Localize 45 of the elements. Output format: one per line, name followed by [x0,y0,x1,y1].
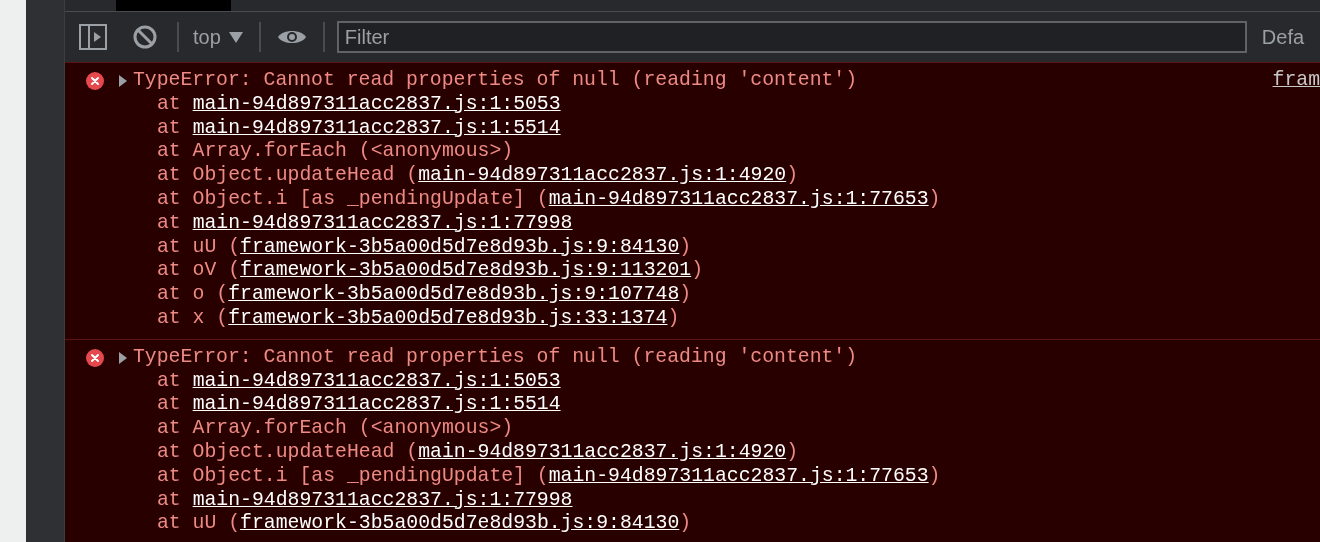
context-dropdown[interactable]: top [193,25,243,49]
error-message: TypeError: Cannot read properties of null (reading 'content') [133,345,859,370]
source-link[interactable]: main-94d897311acc2837.js:1:5514 [192,116,561,139]
stack-frame: at x (framework-3b5a00d5d7e8d93b.js:33:1374) [65,306,680,331]
source-link[interactable]: main-94d897311acc2837.js:1:77998 [192,488,573,511]
stack-frame: at Object.updateHead (main-94d897311acc2837.js:1:4920) [65,440,799,465]
source-link[interactable]: main-94d897311acc2837.js:1:77998 [192,211,573,234]
source-link[interactable]: main-94d897311acc2837.js:1:77653 [548,188,929,210]
stack-frame: at main-94d897311acc2837.js:1:5514 [65,116,561,141]
source-link[interactable]: framework-3b5a00d5d7e8d93b.js:9:113201 [240,259,692,282]
source-link[interactable]: framework-3b5a00d5d7e8d93b.js:9:84130 [240,512,680,535]
source-link[interactable]: main-94d897311acc2837.js:1:4920 [418,164,787,187]
stack-frame: at main-94d897311acc2837.js:1:77998 [65,211,573,236]
source-link[interactable]: framework-3b5a00d5d7e8d93b.js:9:84130 [240,235,680,258]
stack-frame: at main-94d897311acc2837.js:1:5053 [65,92,561,117]
disclosure-triangle-icon[interactable] [118,351,128,364]
source-link[interactable]: fram [1272,69,1320,93]
stack-frame: at main-94d897311acc2837.js:1:5514 [65,393,561,418]
source-link[interactable]: main-94d897311acc2837.js:1:77653 [548,464,929,487]
source-link[interactable]: framework-3b5a00d5d7e8d93b.js:33:1374 [228,306,668,329]
stack-frame: at oV (framework-3b5a00d5d7e8d93b.js:9:113201) [65,259,704,284]
stack-frame: at Object.updateHead (main-94d897311acc2837.js:1:4920) [65,164,799,188]
stack-frame: at main-94d897311acc2837.js:1:5053 [65,369,561,394]
stack-frame: at uU (framework-3b5a00d5d7e8d93b.js:9:84130) [65,512,692,537]
error-message: TypeError: Cannot read properties of null (reading 'content') [133,69,859,93]
filter-field[interactable]: Filter [336,21,1247,53]
stack-frame: at Array.forEach (<anonymous>) [65,140,514,165]
source-link[interactable]: main-94d897311acc2837.js:1:5053 [192,369,561,392]
disclosure-triangle-icon[interactable] [118,74,128,87]
stack-frame: at o (framework-3b5a00d5d7e8d93b.js:9:107748) [65,283,692,307]
stack-frame: at uU (framework-3b5a00d5d7e8d93b.js:9:84130) [65,235,692,260]
stack-frame: at Array.forEach (<anonymous>) [65,417,514,441]
error-icon [86,71,104,90]
source-link[interactable]: main-94d897311acc2837.js:1:5053 [192,92,561,115]
log-levels-dropdown[interactable]: Defa [1261,25,1305,49]
stack-frame: at Object.i [as _pendingUpdate] (main-94d897311acc2837.js:1:77653) [65,188,941,212]
source-link[interactable]: framework-3b5a00d5d7e8d93b.js:9:107748 [228,283,680,306]
clear-console-icon[interactable] [133,25,157,49]
caret-icon [228,31,243,43]
stack-frame: at Object.i [as _pendingUpdate] (main-94d897311acc2837.js:1:77653) [65,464,941,489]
source-link[interactable]: main-94d897311acc2837.js:1:4920 [418,440,787,463]
stack-frame: at main-94d897311acc2837.js:1:77998 [65,488,573,513]
sidebar-toggle-icon[interactable] [79,24,107,50]
source-link[interactable]: main-94d897311acc2837.js:1:5514 [192,393,561,416]
error-icon [86,348,104,367]
